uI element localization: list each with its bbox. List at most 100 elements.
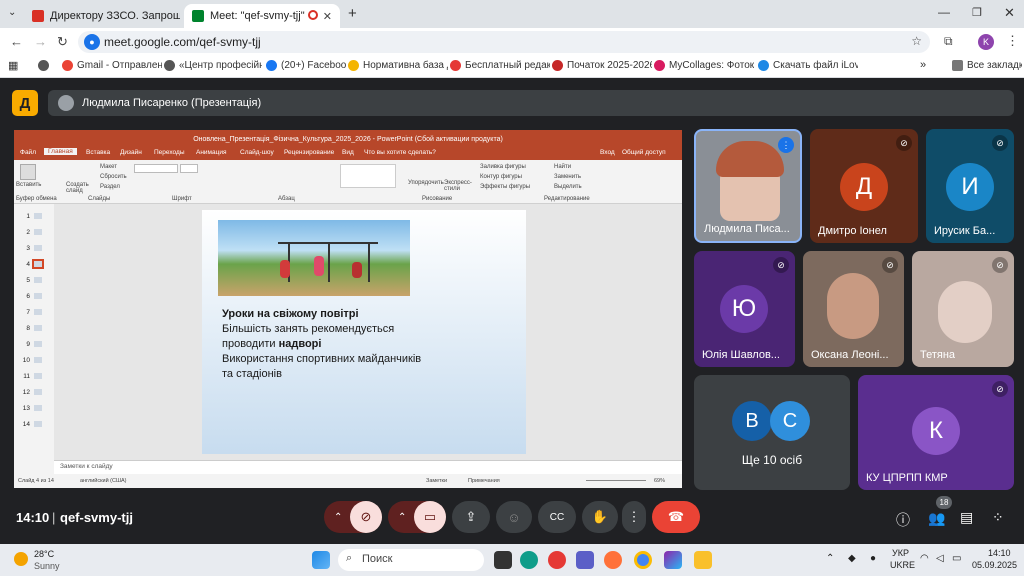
- minimize-window-icon[interactable]: —: [938, 5, 950, 19]
- paste-button[interactable]: Вставить: [16, 182, 41, 188]
- mic-tray-icon[interactable]: ●: [870, 553, 876, 564]
- keyboard-lang-2[interactable]: UKRE: [890, 560, 915, 570]
- section-button[interactable]: Раздел: [100, 184, 120, 190]
- bookmark-normative[interactable]: Нормативна база д...: [348, 60, 448, 71]
- slide-thumbnail[interactable]: 3: [18, 242, 48, 254]
- bookmark-star-icon[interactable]: ☆: [911, 34, 922, 48]
- mic-off-button[interactable]: ⊘: [350, 501, 382, 533]
- select-button[interactable]: Выделить: [554, 184, 582, 190]
- copilot-icon[interactable]: [664, 551, 682, 569]
- extensions-icon[interactable]: ⧉: [944, 34, 953, 49]
- captions-button[interactable]: CC: [538, 501, 576, 533]
- tab-director[interactable]: Директору ЗЗСО. Запрошення ✕: [24, 4, 180, 28]
- dropbox-icon[interactable]: ◆: [848, 553, 856, 564]
- font-name-field[interactable]: [134, 164, 178, 173]
- slide-thumbnail[interactable]: 8: [18, 322, 48, 334]
- meeting-info-icon[interactable]: ⓘ: [896, 510, 910, 530]
- new-slide-button[interactable]: Создать слайд: [66, 182, 92, 194]
- forward-icon[interactable]: →: [34, 34, 47, 49]
- address-bar[interactable]: ● meet.google.com/qef-svmy-tjj ☆: [78, 31, 930, 53]
- firefox-icon[interactable]: [604, 551, 622, 569]
- tile-more-people[interactable]: В С Ще 10 осіб: [694, 375, 850, 490]
- chrome-icon[interactable]: [38, 60, 49, 71]
- shape-effects-button[interactable]: Эффекты фигуры: [480, 184, 530, 190]
- emoji-reaction-button[interactable]: ☺: [496, 501, 532, 533]
- keyboard-lang-1[interactable]: УКР: [892, 548, 909, 558]
- zoom-slider[interactable]: [586, 480, 646, 481]
- tile-oksana[interactable]: ⊘ Оксана Леоні...: [803, 251, 904, 367]
- ppt-tab-file[interactable]: Файл: [20, 149, 36, 156]
- tile-ku-tsprpp[interactable]: К ⊘ КУ ЦПРПП КМР: [858, 375, 1014, 490]
- teams-icon[interactable]: [576, 551, 594, 569]
- replace-button[interactable]: Заменить: [554, 174, 581, 180]
- back-icon[interactable]: ←: [10, 34, 23, 49]
- tab-list-chevron-icon[interactable]: ⌄: [8, 7, 16, 18]
- shape-fill-button[interactable]: Заливка фигуры: [480, 164, 526, 170]
- bookmark-collages[interactable]: MyCollages: Фоток...: [654, 60, 754, 71]
- slide-thumbnail[interactable]: 13: [18, 402, 48, 414]
- slide-thumbnail[interactable]: 2: [18, 226, 48, 238]
- people-icon[interactable]: 👥: [928, 510, 945, 527]
- bookmark-center[interactable]: «Центр професійн...: [164, 60, 262, 71]
- ppt-tab-transitions[interactable]: Переходы: [154, 149, 185, 156]
- layout-button[interactable]: Макет: [100, 164, 117, 170]
- reset-button[interactable]: Сбросить: [100, 174, 127, 180]
- slide-thumbnail[interactable]: 6: [18, 290, 48, 302]
- ppt-tab-design[interactable]: Дизайн: [120, 149, 142, 156]
- slide-thumbnail[interactable]: 7: [18, 306, 48, 318]
- ppt-tell-me[interactable]: Что вы хотите сделать?: [364, 149, 436, 156]
- camera-options-chevron-icon[interactable]: ⌃: [398, 512, 406, 523]
- ppt-share[interactable]: Общий доступ: [622, 149, 666, 156]
- tile-dmytro[interactable]: Д ⊘ Дмитро Іонел: [810, 129, 918, 243]
- bookmark-ilove[interactable]: Скачать файл iLov...: [758, 60, 858, 71]
- chrome-taskbar-icon[interactable]: [634, 551, 652, 569]
- tile-irusyk[interactable]: И ⊘ Ирусик Ба...: [926, 129, 1014, 243]
- file-explorer-icon[interactable]: [694, 551, 712, 569]
- wifi-icon[interactable]: ◠: [920, 553, 929, 564]
- shapes-gallery[interactable]: [340, 164, 396, 188]
- taskbar-date[interactable]: 05.09.2025: [972, 560, 1017, 570]
- language-status[interactable]: английский (США): [80, 478, 127, 484]
- ppt-tab-slideshow[interactable]: Слайд-шоу: [240, 149, 274, 156]
- ppt-tab-review[interactable]: Рецензирование: [284, 149, 334, 156]
- tray-chevron-icon[interactable]: ⌃: [826, 553, 834, 564]
- ppt-signin[interactable]: Вход: [600, 149, 615, 156]
- task-view-icon[interactable]: [494, 551, 512, 569]
- taskbar-search[interactable]: Поиск ⌕: [338, 549, 484, 571]
- ppt-tab-home[interactable]: Главная: [44, 148, 77, 155]
- bookmark-facebook[interactable]: (20+) Facebook: [266, 60, 346, 71]
- edge-icon[interactable]: [520, 551, 538, 569]
- restore-window-icon[interactable]: ❐: [972, 6, 982, 19]
- tile-presenter[interactable]: ⋮ Людмила Писа...: [694, 129, 802, 243]
- apps-grid-icon[interactable]: ▦: [8, 59, 18, 72]
- tile-yulia[interactable]: Ю ⊘ Юлія Шавлов...: [694, 251, 795, 367]
- windows-start-icon[interactable]: [312, 551, 330, 569]
- taskbar-time[interactable]: 14:10: [988, 548, 1011, 558]
- browser-menu-icon[interactable]: ⋮: [1006, 33, 1019, 49]
- slide-thumbnail[interactable]: 12: [18, 386, 48, 398]
- mic-options-chevron-icon[interactable]: ⌃: [334, 512, 342, 523]
- paste-icon[interactable]: [20, 164, 36, 180]
- bookmark-gmail[interactable]: Gmail - Отправлен...: [62, 60, 162, 71]
- slide-thumbnail[interactable]: 5: [18, 274, 48, 286]
- slide-notes-field[interactable]: Заметки к слайду: [54, 460, 682, 474]
- more-options-icon[interactable]: ⋮: [622, 501, 646, 533]
- site-info-icon[interactable]: ●: [84, 34, 100, 50]
- reload-icon[interactable]: ↻: [57, 34, 68, 50]
- close-tab-icon[interactable]: ✕: [323, 10, 332, 23]
- current-slide[interactable]: Уроки на свіжому повітрі Більшість занят…: [202, 210, 526, 454]
- more-bookmarks-icon[interactable]: »: [920, 59, 926, 71]
- notes-toggle[interactable]: Заметки: [426, 478, 447, 484]
- slide-thumbnail[interactable]: 10: [18, 354, 48, 366]
- slide-thumbnail[interactable]: 14: [18, 418, 48, 430]
- zoom-level[interactable]: 69%: [654, 478, 665, 484]
- arrange-button[interactable]: Упорядочить: [408, 180, 444, 186]
- battery-icon[interactable]: ▭: [952, 553, 961, 564]
- ppt-tab-insert[interactable]: Вставка: [86, 149, 110, 156]
- comments-toggle[interactable]: Примечания: [468, 478, 500, 484]
- activities-icon[interactable]: ⁘: [992, 509, 1004, 526]
- bookmark-start[interactable]: Початок 2025-2026...: [552, 60, 652, 71]
- volume-icon[interactable]: ◁: [936, 553, 944, 564]
- tile-tetiana[interactable]: ⊘ Тетяна: [912, 251, 1014, 367]
- raise-hand-button[interactable]: ✋: [582, 501, 618, 533]
